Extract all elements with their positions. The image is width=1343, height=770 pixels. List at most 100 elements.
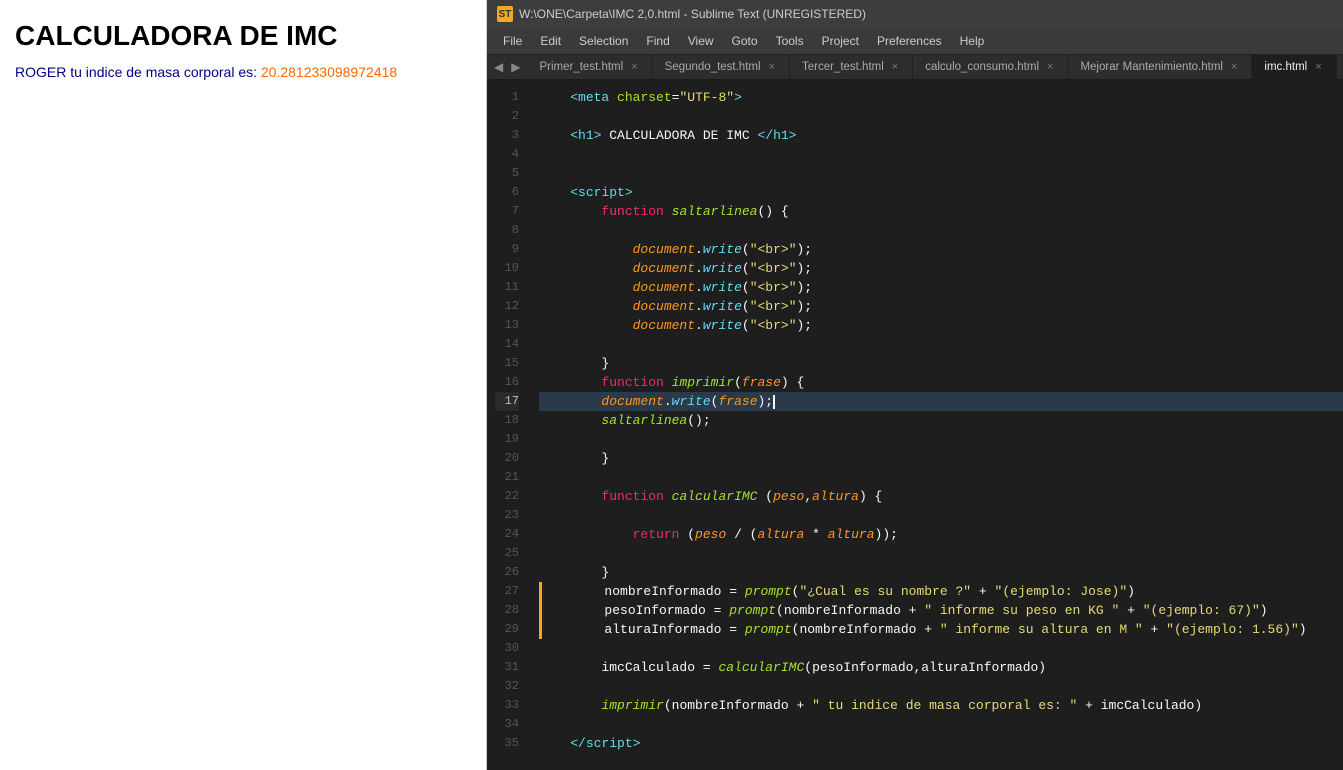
tab-calculo-consumo[interactable]: calculo_consumo.html × bbox=[913, 55, 1068, 79]
code-line-31: imcCalculado = calcularIMC(pesoInformado… bbox=[539, 658, 1343, 677]
result-value: 20.281233098972418 bbox=[261, 64, 397, 80]
code-line-35: </script> bbox=[539, 734, 1343, 753]
code-line-26: } bbox=[539, 563, 1343, 582]
line-num-1: 1 bbox=[495, 88, 519, 107]
code-line-27: nombreInformado = prompt("¿Cual es su no… bbox=[539, 582, 1343, 601]
code-line-24: return (peso / (altura * altura)); bbox=[539, 525, 1343, 544]
menu-file[interactable]: File bbox=[495, 31, 530, 51]
tab-close-icon[interactable]: × bbox=[769, 61, 775, 73]
tab-label: Mejorar Mantenimiento.html bbox=[1080, 61, 1223, 73]
tab-close-icon[interactable]: × bbox=[1231, 61, 1237, 73]
tab-close-icon[interactable]: × bbox=[631, 61, 637, 73]
code-line-2 bbox=[539, 107, 1343, 126]
line-num-24: 24 bbox=[495, 525, 519, 544]
tab-mejorar-mantenimiento[interactable]: Mejorar Mantenimiento.html × bbox=[1068, 55, 1252, 79]
line-num-8: 8 bbox=[495, 221, 519, 240]
menu-help[interactable]: Help bbox=[952, 31, 993, 51]
code-line-1: <meta charset="UTF-8"> bbox=[539, 88, 1343, 107]
code-line-7: function saltarlinea() { bbox=[539, 202, 1343, 221]
menu-tools[interactable]: Tools bbox=[768, 31, 812, 51]
code-line-9: document.write("<br>"); bbox=[539, 240, 1343, 259]
line-num-7: 7 bbox=[495, 202, 519, 221]
line-num-5: 5 bbox=[495, 164, 519, 183]
code-line-5 bbox=[539, 164, 1343, 183]
line-num-35: 35 bbox=[495, 734, 519, 753]
code-line-22: function calcularIMC (peso,altura) { bbox=[539, 487, 1343, 506]
tab-close-icon[interactable]: × bbox=[892, 61, 898, 73]
line-num-34: 34 bbox=[495, 715, 519, 734]
line-num-4: 4 bbox=[495, 145, 519, 164]
line-num-10: 10 bbox=[495, 259, 519, 278]
code-line-28: pesoInformado = prompt(nombreInformado +… bbox=[539, 601, 1343, 620]
code-content[interactable]: <meta charset="UTF-8"> <h1> CALCULADORA … bbox=[531, 80, 1343, 770]
title-bar: ST W:\ONE\Carpeta\IMC 2,0.html - Sublime… bbox=[487, 0, 1343, 28]
line-num-32: 32 bbox=[495, 677, 519, 696]
code-line-34 bbox=[539, 715, 1343, 734]
tab-prev-button[interactable]: ◀ bbox=[491, 60, 506, 74]
line-num-16: 16 bbox=[495, 373, 519, 392]
line-num-12: 12 bbox=[495, 297, 519, 316]
line-num-18: 18 bbox=[495, 411, 519, 430]
code-line-13: document.write("<br>"); bbox=[539, 316, 1343, 335]
result-text: ROGER tu indice de masa corporal es: 20.… bbox=[15, 64, 471, 80]
line-num-15: 15 bbox=[495, 354, 519, 373]
code-line-23 bbox=[539, 506, 1343, 525]
menu-goto[interactable]: Goto bbox=[724, 31, 766, 51]
code-line-18: saltarlinea(); bbox=[539, 411, 1343, 430]
tab-tercer-test[interactable]: Tercer_test.html × bbox=[790, 55, 913, 79]
code-line-20: } bbox=[539, 449, 1343, 468]
menu-find[interactable]: Find bbox=[638, 31, 677, 51]
line-num-25: 25 bbox=[495, 544, 519, 563]
line-num-22: 22 bbox=[495, 487, 519, 506]
menu-bar: File Edit Selection Find View Goto Tools… bbox=[487, 28, 1343, 55]
line-num-33: 33 bbox=[495, 696, 519, 715]
tab-bar: ◀ ▶ Primer_test.html × Segundo_test.html… bbox=[487, 55, 1343, 80]
code-line-17: document.write(frase); bbox=[539, 392, 1343, 411]
code-line-12: document.write("<br>"); bbox=[539, 297, 1343, 316]
menu-edit[interactable]: Edit bbox=[532, 31, 569, 51]
line-num-26: 26 bbox=[495, 563, 519, 582]
result-label: ROGER tu indice de masa corporal es: bbox=[15, 64, 261, 80]
line-num-3: 3 bbox=[495, 126, 519, 145]
code-line-15: } bbox=[539, 354, 1343, 373]
line-num-27: 27 bbox=[495, 582, 519, 601]
app-icon: ST bbox=[497, 6, 513, 22]
page-title: CALCULADORA DE IMC bbox=[15, 20, 471, 52]
menu-project[interactable]: Project bbox=[814, 31, 867, 51]
code-line-3: <h1> CALCULADORA DE IMC </h1> bbox=[539, 126, 1343, 145]
line-num-21: 21 bbox=[495, 468, 519, 487]
code-line-16: function imprimir(frase) { bbox=[539, 373, 1343, 392]
menu-view[interactable]: View bbox=[680, 31, 722, 51]
line-numbers: 1 2 3 4 5 6 7 8 9 10 11 12 13 14 15 16 1… bbox=[487, 80, 531, 770]
tab-imc[interactable]: imc.html × bbox=[1252, 55, 1336, 79]
line-num-13: 13 bbox=[495, 316, 519, 335]
code-line-11: document.write("<br>"); bbox=[539, 278, 1343, 297]
line-num-28: 28 bbox=[495, 601, 519, 620]
line-num-30: 30 bbox=[495, 639, 519, 658]
tab-label: imc.html bbox=[1264, 61, 1307, 73]
tab-label: calculo_consumo.html bbox=[925, 61, 1039, 73]
tab-primer-test[interactable]: Primer_test.html × bbox=[527, 55, 652, 79]
tab-next-button[interactable]: ▶ bbox=[508, 60, 523, 74]
line-num-9: 9 bbox=[495, 240, 519, 259]
tab-label: Primer_test.html bbox=[539, 61, 623, 73]
line-num-20: 20 bbox=[495, 449, 519, 468]
line-num-29: 29 bbox=[495, 620, 519, 639]
tab-close-icon[interactable]: × bbox=[1315, 61, 1321, 73]
editor-panel: ST W:\ONE\Carpeta\IMC 2,0.html - Sublime… bbox=[487, 0, 1343, 770]
code-line-29: alturaInformado = prompt(nombreInformado… bbox=[539, 620, 1343, 639]
menu-preferences[interactable]: Preferences bbox=[869, 31, 950, 51]
code-line-19 bbox=[539, 430, 1343, 449]
code-line-6: <script> bbox=[539, 183, 1343, 202]
code-line-30 bbox=[539, 639, 1343, 658]
code-line-32 bbox=[539, 677, 1343, 696]
menu-selection[interactable]: Selection bbox=[571, 31, 636, 51]
code-line-10: document.write("<br>"); bbox=[539, 259, 1343, 278]
tab-segundo-test[interactable]: Segundo_test.html × bbox=[653, 55, 790, 79]
tab-extra[interactable]: p... bbox=[1337, 55, 1343, 79]
editor-area[interactable]: 1 2 3 4 5 6 7 8 9 10 11 12 13 14 15 16 1… bbox=[487, 80, 1343, 770]
browser-output-panel: CALCULADORA DE IMC ROGER tu indice de ma… bbox=[0, 0, 487, 770]
tab-close-icon[interactable]: × bbox=[1047, 61, 1053, 73]
code-line-8 bbox=[539, 221, 1343, 240]
code-line-14 bbox=[539, 335, 1343, 354]
